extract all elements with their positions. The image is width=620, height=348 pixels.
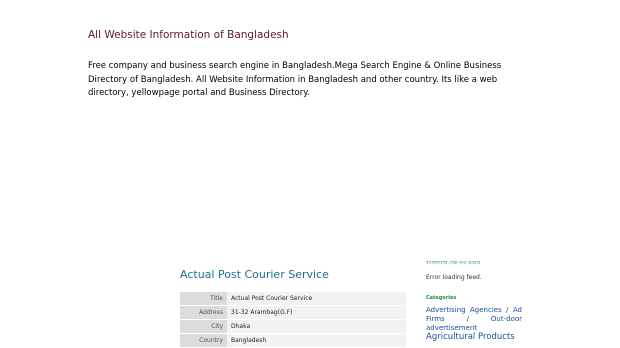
- sidebar: বাংলাদেশের সেরা তথ্য ভাণ্ডার Error loadi…: [426, 260, 522, 342]
- categories-heading: Categories: [426, 295, 457, 301]
- row-value: 31-32 Arambag(G.F): [227, 306, 406, 319]
- row-label: Title: [180, 292, 227, 305]
- category-link-advertising-agencies[interactable]: Advertising Agencies: [426, 306, 502, 314]
- row-label: City: [180, 320, 227, 333]
- table-row: Title Actual Post Courier Service: [180, 292, 406, 305]
- table-row: City Dhaka: [180, 320, 406, 333]
- table-row: Country Bangladesh: [180, 334, 406, 347]
- site-description: Free company and business search engine …: [88, 61, 502, 98]
- category-list: Advertising Agencies / Ad Firms / Out-do…: [426, 306, 522, 342]
- category-link-agricultural-products[interactable]: Agricultural Products: [426, 332, 515, 342]
- feed-error-message: Error loading feed.: [426, 274, 482, 281]
- row-label: Country: [180, 334, 227, 347]
- post-title[interactable]: Actual Post Courier Service: [180, 268, 329, 281]
- row-value: Bangladesh: [227, 334, 406, 347]
- row-value: Dhaka: [227, 320, 406, 333]
- category-separator: /: [506, 306, 509, 314]
- row-label: Address: [180, 306, 227, 319]
- site-title[interactable]: All Website Information of Bangladesh: [88, 29, 289, 41]
- business-info-table: Title Actual Post Courier Service Addres…: [180, 291, 406, 348]
- category-separator: /: [466, 315, 469, 323]
- row-value: Actual Post Courier Service: [227, 292, 406, 305]
- bangla-link[interactable]: বাংলাদেশের সেরা তথ্য ভাণ্ডার: [426, 260, 522, 268]
- table-row: Address 31-32 Arambag(G.F): [180, 306, 406, 319]
